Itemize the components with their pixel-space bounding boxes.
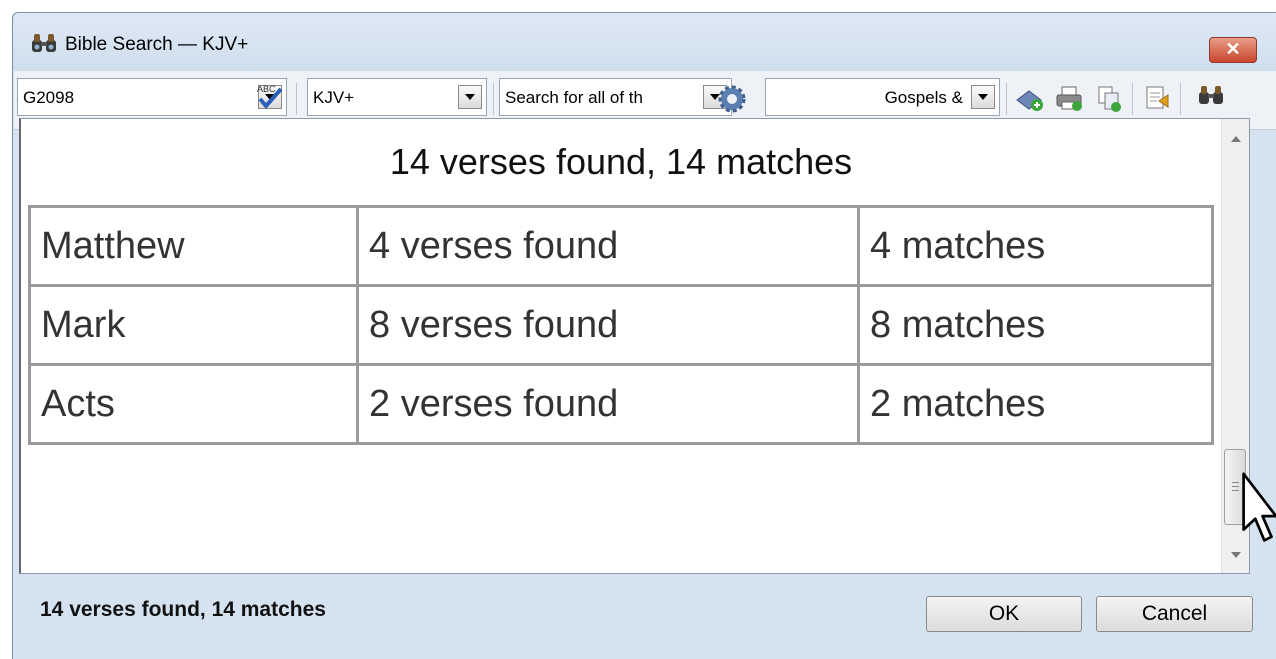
scroll-up-icon[interactable] <box>1222 125 1249 153</box>
range-value: Gospels & <box>884 88 963 107</box>
matches-cell: 4 matches <box>857 205 1214 287</box>
search-icon[interactable] <box>1198 85 1224 107</box>
verses-cell: 8 verses found <box>356 284 860 366</box>
results-heading: 14 verses found, 14 matches <box>389 141 853 182</box>
chevron-down-icon[interactable] <box>971 85 995 109</box>
table-row[interactable]: Acts 2 verses found 2 matches <box>28 363 1214 445</box>
grip-line <box>1232 490 1239 491</box>
results-table: Matthew 4 verses found 4 matches Mark 8 … <box>28 205 1214 445</box>
title-bar[interactable]: Bible Search — KJV+ ✕ <box>13 13 1276 71</box>
gear-icon[interactable] <box>718 85 746 113</box>
add-to-list-icon[interactable] <box>1014 83 1044 113</box>
verses-cell: 2 verses found <box>356 363 860 445</box>
copy-icon[interactable] <box>1094 83 1124 113</box>
chevron-down-icon[interactable] <box>458 85 482 109</box>
search-mode-combo[interactable]: Search for all of th <box>499 78 732 116</box>
results-pane[interactable]: 14 verses found, 14 matches Matthew 4 ve… <box>19 118 1250 574</box>
table-row[interactable]: Matthew 4 verses found 4 matches <box>28 205 1214 287</box>
grip-line <box>1232 486 1239 487</box>
export-icon[interactable] <box>1142 83 1172 113</box>
search-mode-value: Search for all of th <box>505 88 643 107</box>
toolbar-separator <box>1180 83 1181 115</box>
version-value: KJV+ <box>313 88 355 107</box>
toolbar-separator <box>493 83 494 115</box>
search-term-combo[interactable]: G2098 <box>17 78 287 116</box>
toolbar-separator <box>1132 83 1133 115</box>
matches-cell: 2 matches <box>857 363 1214 445</box>
mouse-pointer-icon <box>1240 470 1276 554</box>
grip-line <box>1232 482 1239 483</box>
book-cell: Acts <box>28 363 359 445</box>
table-row[interactable]: Mark 8 verses found 8 matches <box>28 284 1214 366</box>
ok-button[interactable]: OK <box>926 596 1082 632</box>
spellcheck-icon[interactable]: ABC <box>254 81 284 111</box>
book-cell: Matthew <box>28 205 359 287</box>
window-title: Bible Search — KJV+ <box>65 34 249 55</box>
print-icon[interactable] <box>1054 83 1084 113</box>
close-button[interactable]: ✕ <box>1209 37 1257 63</box>
verses-cell: 4 verses found <box>356 205 860 287</box>
binoculars-icon <box>31 33 57 53</box>
cancel-button[interactable]: Cancel <box>1096 596 1253 632</box>
toolbar-separator <box>1006 83 1007 115</box>
range-combo[interactable]: Gospels & <box>765 78 1000 116</box>
svg-text:ABC: ABC <box>257 84 276 94</box>
book-cell: Mark <box>28 284 359 366</box>
toolbar-separator <box>296 83 297 115</box>
status-text: 14 verses found, 14 matches <box>40 598 326 621</box>
matches-cell: 8 matches <box>857 284 1214 366</box>
search-term-value: G2098 <box>23 88 75 107</box>
version-combo[interactable]: KJV+ <box>307 78 487 116</box>
